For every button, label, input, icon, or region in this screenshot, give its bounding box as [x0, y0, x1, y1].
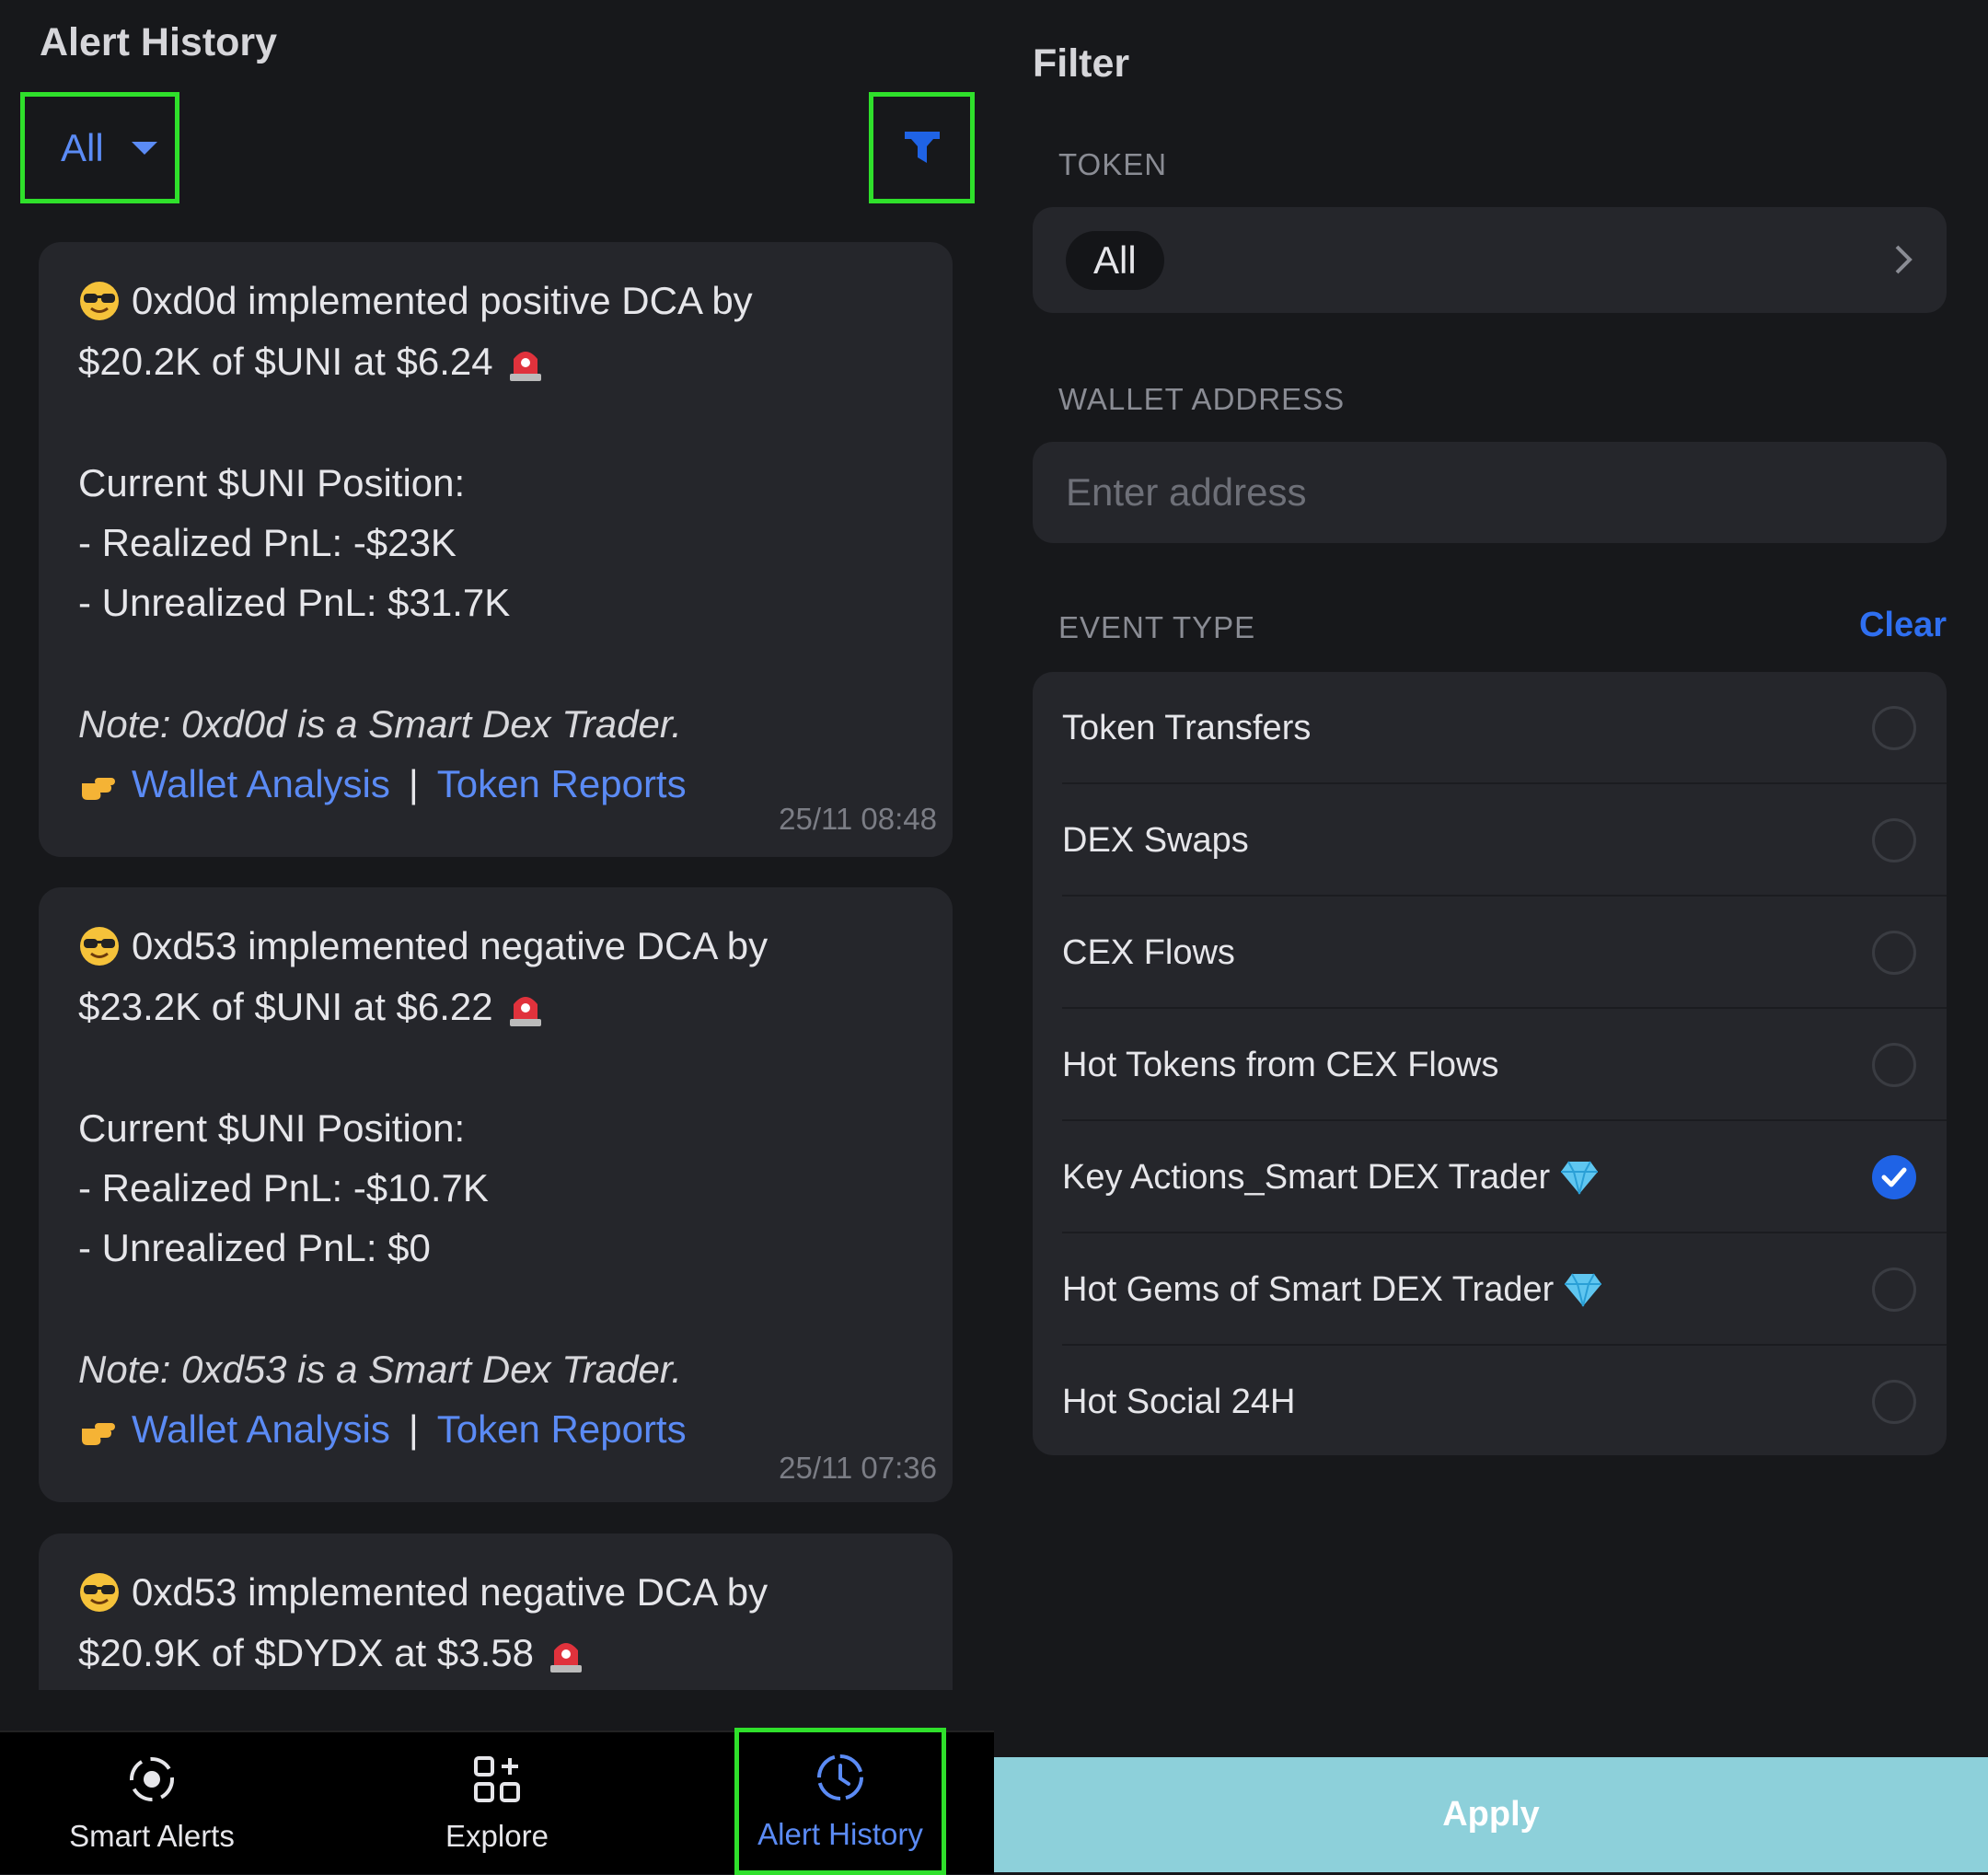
explore-grid-icon — [474, 1756, 520, 1802]
nav-explore[interactable]: Explore — [382, 1732, 612, 1874]
nav-smart-alerts[interactable]: Smart Alerts — [37, 1732, 267, 1874]
sunglasses-emoji-icon — [78, 280, 121, 322]
nav-alert-history[interactable]: Alert History — [734, 1728, 946, 1875]
radio-checked[interactable] — [1872, 1155, 1916, 1199]
gem-icon — [1565, 1273, 1602, 1307]
alert-text-line: 0xd53 implemented negative DCA by — [132, 1570, 769, 1614]
trader-note: Note: 0xd0d is a Smart Dex Trader. — [78, 702, 682, 746]
alert-timestamp: 25/11 07:36 — [779, 1451, 937, 1485]
radio-unchecked[interactable] — [1872, 706, 1916, 750]
smart-alerts-icon — [130, 1757, 174, 1801]
event-type-section-label: EVENT TYPE — [1058, 610, 1256, 644]
funnel-icon — [904, 131, 940, 163]
page-title: Alert History — [40, 20, 278, 64]
alert-card: 0xd53 implemented negative DCA by $20.9K… — [39, 1534, 953, 1690]
event-label: Key Actions_Smart DEX Trader — [1062, 1157, 1551, 1197]
radio-unchecked[interactable] — [1872, 1267, 1916, 1312]
apply-button[interactable]: Apply — [994, 1757, 1988, 1872]
alert-amount-line: $20.9K of $DYDX at $3.58 — [78, 1631, 587, 1675]
position-header: Current $UNI Position: — [78, 1106, 466, 1150]
event-option-key-actions[interactable]: Key Actions_Smart DEX Trader — [1033, 1121, 1947, 1233]
event-option-hot-gems[interactable]: Hot Gems of Smart DEX Trader — [1033, 1233, 1947, 1346]
event-option-token-transfers[interactable]: Token Transfers — [1033, 672, 1947, 784]
realized-pnl: - Realized PnL: -$23K — [78, 521, 457, 564]
nav-label: Explore — [445, 1819, 549, 1853]
trader-note: Note: 0xd53 is a Smart Dex Trader. — [78, 1348, 682, 1391]
position-header: Current $UNI Position: — [78, 461, 466, 504]
radio-unchecked[interactable] — [1872, 1043, 1916, 1087]
pointing-hand-emoji-icon — [78, 1408, 121, 1451]
alert-text-line: $20.2K of $UNI at $6.24 — [78, 340, 493, 383]
siren-emoji-icon — [545, 1632, 587, 1674]
event-label: Token Transfers — [1062, 708, 1312, 747]
siren-emoji-icon — [504, 341, 547, 383]
alert-text-line: $23.2K of $UNI at $6.22 — [78, 985, 493, 1028]
bottom-navigation: Smart Alerts Explore Alert History — [0, 1728, 994, 1875]
token-chip: All — [1066, 231, 1164, 290]
gem-icon — [1561, 1161, 1599, 1195]
dropdown-label: All — [61, 125, 104, 169]
filter-pane: Filter TOKEN All WALLET ADDRESS EVENT TY… — [994, 0, 1988, 1872]
event-label: DEX Swaps — [1062, 820, 1249, 860]
event-option-dex-swaps[interactable]: DEX Swaps — [1033, 784, 1947, 897]
siren-emoji-icon — [504, 986, 547, 1028]
link-separator: | — [408, 1407, 419, 1451]
unrealized-pnl: - Unrealized PnL: $31.7K — [78, 581, 511, 624]
caret-down-icon — [131, 141, 157, 155]
event-option-cex-flows[interactable]: CEX Flows — [1033, 897, 1947, 1009]
token-selector[interactable]: All — [1033, 207, 1947, 313]
token-section-label: TOKEN — [1058, 147, 1168, 181]
checkmark-icon — [1881, 1167, 1907, 1187]
event-label: Hot Social 24H — [1062, 1382, 1296, 1421]
sunglasses-emoji-icon — [78, 1571, 121, 1614]
radio-unchecked[interactable] — [1872, 931, 1916, 975]
chevron-right-icon — [1895, 245, 1913, 274]
filter-button[interactable] — [869, 92, 975, 203]
radio-unchecked[interactable] — [1872, 1380, 1916, 1424]
wallet-section-label: WALLET ADDRESS — [1058, 382, 1346, 416]
alert-history-pane: Alert History All 0xd0d implemented posi… — [0, 0, 994, 1875]
pointing-hand-emoji-icon — [78, 763, 121, 805]
wallet-analysis-link[interactable]: Wallet Analysis — [132, 1407, 390, 1452]
link-separator: | — [408, 762, 419, 805]
unrealized-pnl: - Unrealized PnL: $0 — [78, 1226, 431, 1269]
alert-amount-line: $23.2K of $UNI at $6.22 — [78, 985, 547, 1029]
alert-headline: 0xd53 implemented negative DCA by — [78, 924, 768, 968]
alert-text-line: 0xd53 implemented negative DCA by — [132, 924, 769, 967]
nav-label: Alert History — [757, 1817, 923, 1851]
alert-headline: 0xd53 implemented negative DCA by — [78, 1570, 768, 1615]
radio-unchecked[interactable] — [1872, 818, 1916, 862]
history-clock-icon — [817, 1754, 863, 1800]
event-label: CEX Flows — [1062, 932, 1235, 972]
sunglasses-emoji-icon — [78, 925, 121, 967]
wallet-address-input[interactable] — [1033, 442, 1947, 543]
alert-text-line: $20.9K of $DYDX at $3.58 — [78, 1631, 534, 1674]
event-label: Hot Gems of Smart DEX Trader — [1062, 1269, 1555, 1309]
event-label: Hot Tokens from CEX Flows — [1062, 1045, 1499, 1084]
card-links: Wallet Analysis | Token Reports — [78, 1407, 687, 1452]
alert-type-dropdown[interactable]: All — [20, 92, 179, 203]
alert-text-line: 0xd0d implemented positive DCA by — [132, 279, 753, 322]
event-type-list: Token Transfers DEX Swaps CEX Flows Hot … — [1033, 672, 1947, 1455]
alert-timestamp: 25/11 08:48 — [779, 802, 937, 836]
filter-title: Filter — [1033, 41, 1130, 86]
token-reports-link[interactable]: Token Reports — [437, 1407, 687, 1452]
card-links: Wallet Analysis | Token Reports — [78, 762, 687, 806]
alert-amount-line: $20.2K of $UNI at $6.24 — [78, 340, 547, 384]
wallet-analysis-link[interactable]: Wallet Analysis — [132, 762, 390, 806]
clear-button[interactable]: Clear — [1859, 606, 1947, 645]
realized-pnl: - Realized PnL: -$10.7K — [78, 1166, 489, 1209]
token-reports-link[interactable]: Token Reports — [437, 762, 687, 806]
alert-headline: 0xd0d implemented positive DCA by — [78, 279, 753, 323]
alert-card: 0xd0d implemented positive DCA by $20.2K… — [39, 242, 953, 857]
alert-card: 0xd53 implemented negative DCA by $23.2K… — [39, 887, 953, 1502]
event-option-hot-social[interactable]: Hot Social 24H — [1033, 1346, 1947, 1455]
nav-label: Smart Alerts — [69, 1819, 235, 1853]
event-option-hot-tokens-cex[interactable]: Hot Tokens from CEX Flows — [1033, 1009, 1947, 1121]
